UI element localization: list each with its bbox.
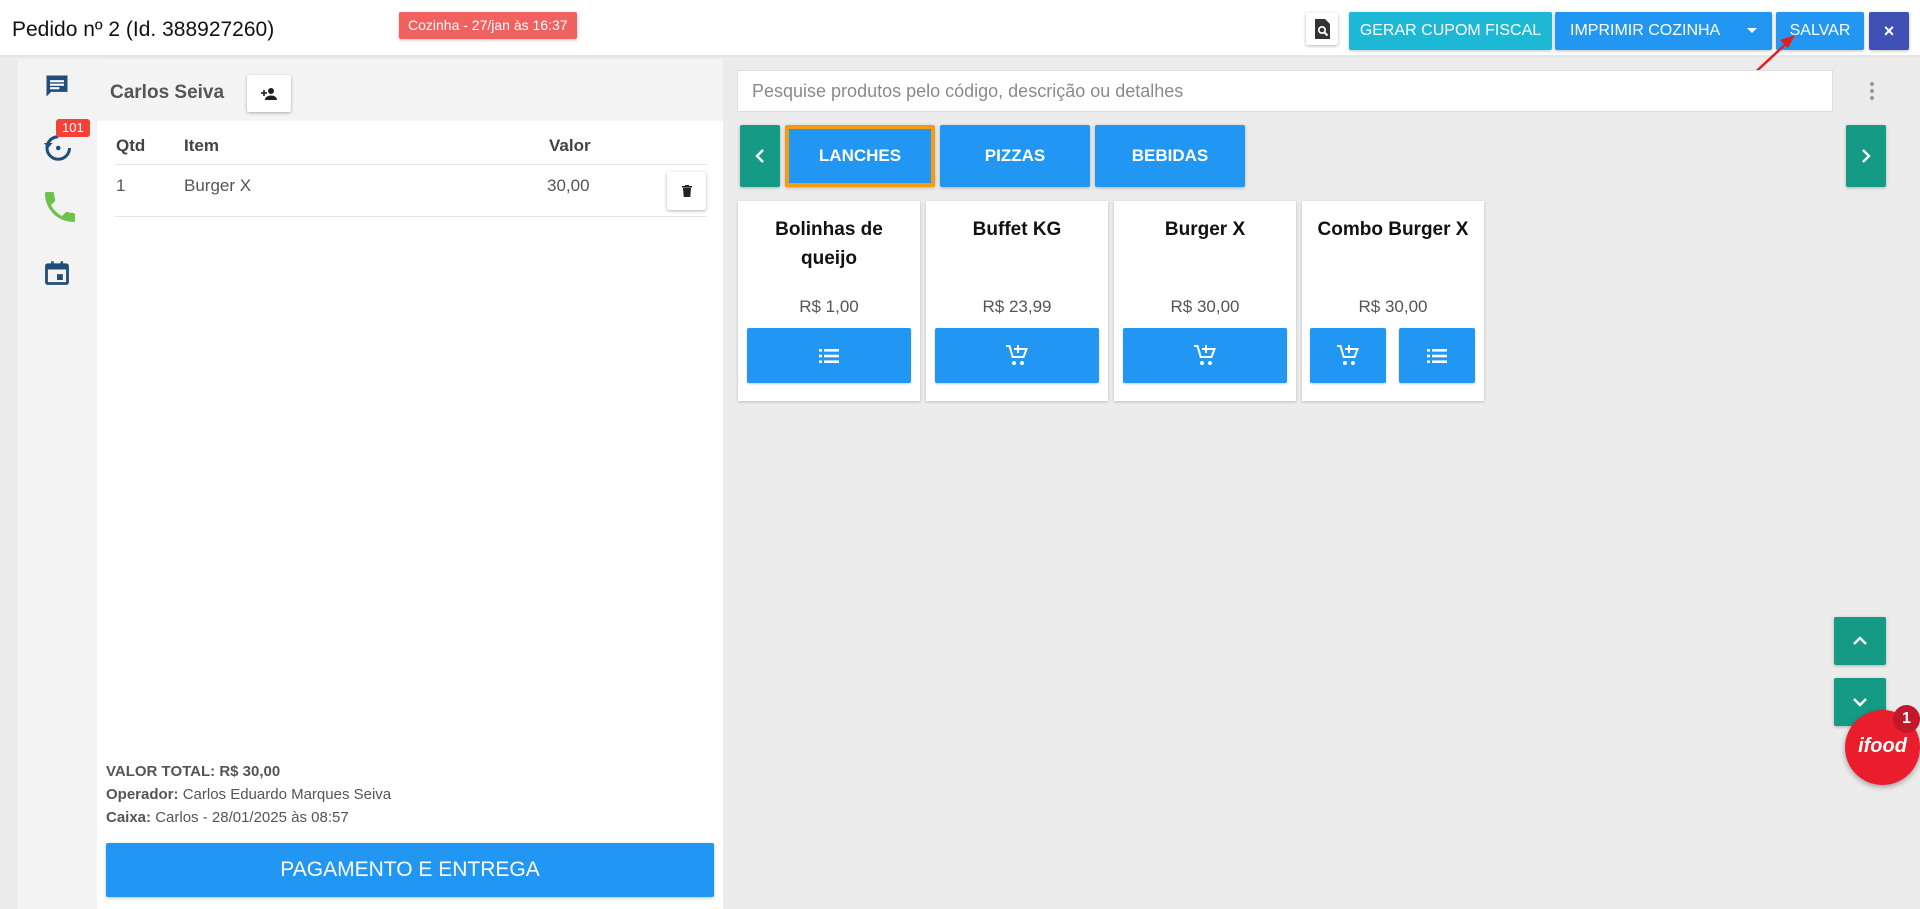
chevron-left-icon — [755, 149, 764, 163]
row-qty: 1 — [116, 176, 126, 195]
kitchen-status-badge: Cozinha - 27/jan às 16:37 — [399, 12, 577, 39]
change-customer-button[interactable] — [247, 75, 291, 112]
operator-line: Operador: Carlos Eduardo Marques Seiva — [106, 786, 391, 803]
close-button[interactable]: × — [1869, 12, 1909, 50]
list-icon — [819, 348, 839, 363]
product-name: Burger X — [1164, 219, 1246, 240]
generate-fiscal-receipt-button[interactable]: GERAR CUPOM FISCAL — [1349, 12, 1552, 50]
phone-button[interactable] — [38, 183, 82, 231]
dot — [1870, 89, 1874, 93]
history-icon — [43, 135, 71, 161]
document-search-icon — [1315, 19, 1330, 39]
table-divider — [115, 164, 707, 165]
ifood-notification-badge: 1 — [1893, 705, 1920, 733]
column-header-item: Item — [184, 136, 219, 155]
categories-next-button[interactable] — [1846, 125, 1886, 187]
messages-button[interactable] — [38, 67, 76, 105]
cashier-line: Caixa: Carlos - 28/01/2025 às 08:57 — [106, 809, 349, 826]
cashier-value: Carlos - 28/01/2025 às 08:57 — [155, 809, 349, 826]
add-to-cart-button[interactable] — [1123, 328, 1287, 383]
add-to-cart-button[interactable] — [935, 328, 1099, 383]
category-tab-lanches[interactable]: LANCHES — [785, 125, 935, 187]
product-details-button[interactable] — [1399, 328, 1475, 383]
product-card: Burger X R$ 30,00 — [1114, 201, 1296, 401]
scroll-up-button[interactable] — [1834, 617, 1886, 665]
trash-icon — [681, 185, 692, 197]
more-options-button[interactable] — [1862, 78, 1882, 104]
chevron-down-icon — [1853, 698, 1867, 707]
product-card: Buffet KG R$ 23,99 — [926, 201, 1108, 401]
chevron-up-icon — [1853, 636, 1867, 645]
product-price: R$ 30,00 — [1358, 297, 1428, 316]
product-details-button[interactable] — [747, 328, 911, 383]
calendar-button[interactable] — [38, 254, 76, 292]
product-name: Bolinhas de queijo — [775, 219, 883, 269]
list-icon — [1427, 348, 1447, 363]
operator-label: Operador: — [106, 786, 179, 803]
dot — [1870, 82, 1874, 86]
order-panel: Carlos Seiva Qtd Item Valor 1 Burger X 3… — [97, 59, 723, 909]
column-header-qty: Qtd — [116, 136, 146, 155]
row-value: 30,00 — [547, 176, 590, 195]
total-label: VALOR TOTAL: — [106, 763, 216, 780]
operator-value: Carlos Eduardo Marques Seiva — [182, 786, 392, 803]
dot — [1870, 96, 1874, 100]
total-value: R$ 30,00 — [219, 763, 281, 780]
product-price: R$ 1,00 — [799, 297, 859, 316]
product-price: R$ 23,99 — [982, 297, 1052, 316]
product-name: Combo Burger X — [1317, 219, 1469, 240]
categories-prev-button[interactable] — [740, 125, 780, 187]
customer-name: Carlos Seiva — [110, 82, 225, 103]
cart-add-icon — [1006, 344, 1028, 365]
column-header-value: Valor — [549, 136, 591, 155]
delete-item-button[interactable] — [667, 172, 706, 210]
total-line: VALOR TOTAL: R$ 30,00 — [106, 763, 280, 780]
chevron-right-icon — [1862, 149, 1871, 163]
chat-icon — [46, 75, 68, 97]
row-item: Burger X — [184, 176, 252, 195]
customer-bar: Carlos Seiva — [97, 59, 723, 121]
calendar-icon — [45, 261, 69, 285]
product-search-input[interactable] — [737, 70, 1833, 112]
product-card: Bolinhas de queijo R$ 1,00 — [738, 201, 920, 401]
add-person-icon — [261, 87, 277, 100]
cart-add-icon — [1337, 344, 1359, 365]
left-icon-rail: 101 — [18, 59, 97, 909]
cashier-label: Caixa: — [106, 809, 152, 826]
table-divider — [115, 216, 707, 217]
print-kitchen-label: IMPRIMIR COZINHA — [1570, 22, 1721, 39]
phone-icon — [45, 192, 75, 222]
payment-delivery-button[interactable]: PAGAMENTO E ENTREGA — [106, 843, 714, 897]
history-count-badge: 101 — [56, 119, 90, 137]
category-tab-pizzas[interactable]: PIZZAS — [940, 125, 1090, 187]
product-name: Buffet KG — [972, 219, 1062, 240]
print-preview-button[interactable] — [1306, 13, 1338, 45]
top-bar: Pedido nº 2 (Id. 388927260) Cozinha - 27… — [0, 0, 1920, 57]
category-tab-bebidas[interactable]: BEBIDAS — [1095, 125, 1245, 187]
product-price: R$ 30,00 — [1170, 297, 1240, 316]
page-title: Pedido nº 2 (Id. 388927260) — [12, 18, 275, 41]
product-card: Combo Burger X R$ 30,00 — [1302, 201, 1484, 401]
cart-add-icon — [1194, 344, 1216, 365]
add-to-cart-button[interactable] — [1310, 328, 1386, 383]
